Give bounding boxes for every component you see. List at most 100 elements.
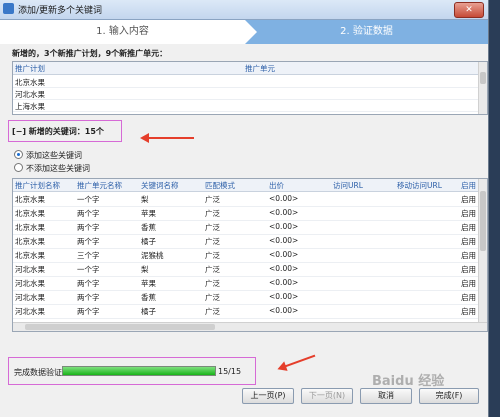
table-cell: 两个字	[77, 279, 100, 288]
prev-page-button[interactable]: 上一页(P)	[242, 388, 294, 404]
table-cell: <0.00>	[269, 306, 299, 315]
finish-button[interactable]: 完成(F)	[419, 388, 479, 404]
table-cell: 广泛	[205, 209, 220, 218]
table-cell: 两个字	[77, 293, 100, 302]
table-cell: 广泛	[205, 237, 220, 246]
progress-fill	[63, 367, 215, 375]
table-cell: <0.00>	[269, 194, 299, 203]
column-header[interactable]: 匹配模式	[205, 180, 235, 191]
table-cell: 启用	[461, 195, 476, 204]
cell-plan: 北京水果	[15, 78, 45, 87]
table-row[interactable]: 河北水果 一个字 梨 广泛 <0.00> 启用	[13, 263, 487, 277]
column-header[interactable]: 启用	[461, 180, 476, 191]
table-cell: 一个字	[77, 195, 100, 204]
table-cell: 橘子	[141, 307, 156, 316]
table-cell: 香蕉	[141, 223, 156, 232]
column-header[interactable]: 推广计划名称	[15, 180, 60, 191]
table-cell: 三个字	[77, 251, 100, 260]
table-cell: 广泛	[205, 279, 220, 288]
table-cell: 河北水果	[15, 265, 45, 274]
table-cell: 北京水果	[15, 223, 45, 232]
table-cell: 橘子	[141, 237, 156, 246]
table-cell: 河北水果	[15, 307, 45, 316]
table-row[interactable]: 河北水果 两个字 橘子 广泛 <0.00> 启用	[13, 305, 487, 319]
new-keywords-header[interactable]: [−] 新增的关键词：15个	[12, 126, 104, 137]
progress-count: 15/15	[218, 367, 242, 376]
table-row[interactable]: 北京水果 两个字 橘子 广泛 <0.00> 启用	[13, 235, 487, 249]
table-cell: 梨	[141, 265, 149, 274]
table-row[interactable]: 北京水果 三个字 泥猴桃 广泛 <0.00> 启用	[13, 249, 487, 263]
table-cell: 启用	[461, 293, 476, 302]
radio-skip-keywords[interactable]: 不添加这些关键词	[14, 163, 90, 174]
validation-progress-bar	[62, 366, 216, 376]
units-table-header: 推广计划 推广单元	[13, 62, 487, 75]
table-cell: 广泛	[205, 223, 220, 232]
column-header[interactable]: 推广计划	[15, 63, 45, 74]
table-cell: <0.00>	[269, 250, 299, 259]
background-window-strip	[489, 0, 500, 417]
keywords-table-header: 推广计划名称 推广单元名称 关键词名称 匹配模式 出价 访问URL 移动访问UR…	[13, 179, 487, 192]
table-cell: 两个字	[77, 237, 100, 246]
table-cell: 北京水果	[15, 195, 45, 204]
units-scrollbar[interactable]	[478, 62, 487, 114]
cell-plan: 河北水果	[15, 90, 45, 99]
table-cell: 北京水果	[15, 251, 45, 260]
keywords-table: 推广计划名称 推广单元名称 关键词名称 匹配模式 出价 访问URL 移动访问UR…	[12, 178, 488, 332]
radio-add-keywords[interactable]: 添加这些关键词	[14, 150, 82, 161]
table-cell: 广泛	[205, 307, 220, 316]
table-cell: 启用	[461, 223, 476, 232]
table-cell: 泥猴桃	[141, 251, 164, 260]
table-cell: <0.00>	[269, 278, 299, 287]
table-row[interactable]: 河北水果	[13, 88, 487, 100]
table-cell: 两个字	[77, 223, 100, 232]
column-header[interactable]: 推广单元	[245, 63, 275, 74]
radio-selected-icon	[14, 150, 23, 159]
cancel-button[interactable]: 取消	[360, 388, 412, 404]
table-row[interactable]: 北京水果	[13, 76, 487, 88]
table-cell: 启用	[461, 279, 476, 288]
step-verify-data: 2. 验证数据	[245, 20, 488, 44]
app-icon	[3, 3, 14, 14]
close-button[interactable]: ✕	[454, 2, 484, 18]
cell-plan: 上海水果	[15, 102, 45, 111]
new-units-summary: 新增的，3个新推广计划，9个新推广单元：	[12, 49, 168, 58]
table-cell: 北京水果	[15, 237, 45, 246]
table-cell: 广泛	[205, 251, 220, 260]
column-header[interactable]: 出价	[269, 180, 284, 191]
table-row[interactable]: 北京水果 两个字 香蕉 广泛 <0.00> 启用	[13, 221, 487, 235]
table-cell: 河北水果	[15, 293, 45, 302]
table-cell: <0.00>	[269, 208, 299, 217]
table-cell: 广泛	[205, 195, 220, 204]
table-row[interactable]: 北京水果 一个字 梨 广泛 <0.00> 启用	[13, 193, 487, 207]
units-table: 推广计划 推广单元 北京水果 河北水果 上海水果	[12, 61, 488, 115]
watermark: Baidu 经验	[372, 374, 445, 389]
keywords-vertical-scrollbar[interactable]	[478, 179, 487, 323]
table-cell: 启用	[461, 307, 476, 316]
table-row[interactable]: 北京水果 两个字 苹果 广泛 <0.00> 启用	[13, 207, 487, 221]
next-page-button[interactable]: 下一页(N)	[301, 388, 353, 404]
column-header[interactable]: 关键词名称	[141, 180, 179, 191]
keywords-horizontal-scrollbar[interactable]	[13, 322, 487, 331]
table-cell: 广泛	[205, 265, 220, 274]
column-header[interactable]: 访问URL	[333, 180, 363, 191]
table-cell: 北京水果	[15, 209, 45, 218]
title-bar[interactable]: 添加/更新多个关键词 ✕	[0, 0, 488, 20]
table-row[interactable]: 河北水果 两个字 香蕉 广泛 <0.00> 启用	[13, 291, 487, 305]
table-cell: 一个字	[77, 265, 100, 274]
table-cell: 梨	[141, 195, 149, 204]
table-cell: 两个字	[77, 209, 100, 218]
column-header[interactable]: 移动访问URL	[397, 180, 442, 191]
table-row[interactable]: 河北水果 两个字 苹果 广泛 <0.00> 启用	[13, 277, 487, 291]
table-cell: 苹果	[141, 209, 156, 218]
table-cell: 启用	[461, 265, 476, 274]
table-cell: 河北水果	[15, 279, 45, 288]
column-header[interactable]: 推广单元名称	[77, 180, 122, 191]
dialog-window: 添加/更新多个关键词 ✕ 1. 输入内容 2. 验证数据 新增的，3个新推广计划…	[0, 0, 489, 417]
table-row[interactable]: 上海水果	[13, 100, 487, 112]
table-cell: 启用	[461, 251, 476, 260]
window-title: 添加/更新多个关键词	[18, 6, 103, 16]
progress-label: 完成数据验证	[14, 368, 62, 377]
table-cell: <0.00>	[269, 264, 299, 273]
wizard-steps: 1. 输入内容 2. 验证数据	[0, 20, 488, 44]
table-cell: 启用	[461, 209, 476, 218]
